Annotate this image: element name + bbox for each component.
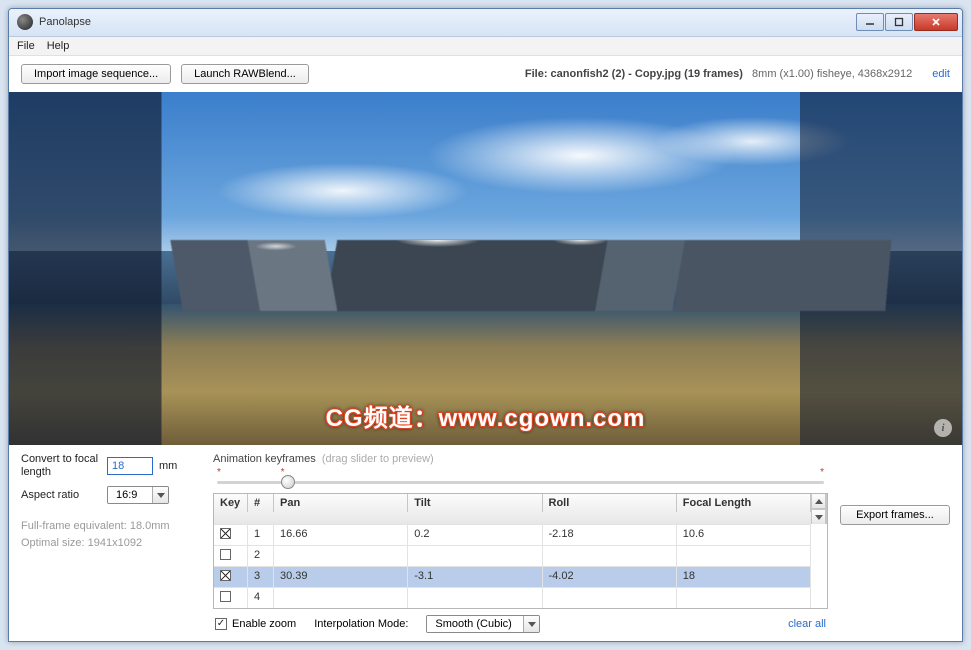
cell-roll[interactable]: -2.18 bbox=[543, 524, 677, 545]
table-row[interactable]: 2 bbox=[214, 545, 827, 566]
hint-ff-equiv: Full-frame equivalent: 18.0mm bbox=[21, 520, 170, 532]
scroll-up-button[interactable] bbox=[812, 494, 826, 509]
menu-file[interactable]: File bbox=[17, 40, 35, 52]
launch-rawblend-button[interactable]: Launch RAWBlend... bbox=[181, 64, 309, 84]
key-checkbox-icon bbox=[220, 528, 231, 539]
file-meta: 8mm (x1.00) fisheye, 4368x2912 bbox=[752, 68, 912, 80]
cell-num: 2 bbox=[248, 545, 274, 566]
close-button[interactable] bbox=[914, 13, 958, 31]
titlebar[interactable]: Panolapse bbox=[9, 9, 962, 37]
maximize-button[interactable] bbox=[885, 13, 913, 31]
cell-key[interactable] bbox=[214, 545, 248, 566]
bottom-panel: Convert to focal length mm Aspect ratio … bbox=[9, 445, 962, 641]
aspect-ratio-label: Aspect ratio bbox=[21, 489, 101, 502]
import-sequence-button[interactable]: Import image sequence... bbox=[21, 64, 171, 84]
cell-tilt[interactable] bbox=[408, 545, 542, 566]
export-frames-button[interactable]: Export frames... bbox=[840, 505, 950, 525]
chevron-down-icon bbox=[523, 616, 539, 632]
slider-thumb[interactable] bbox=[281, 475, 295, 489]
edit-link[interactable]: edit bbox=[932, 68, 950, 80]
app-logo-icon bbox=[17, 14, 33, 30]
table-row[interactable]: 330.39-3.1-4.0218 bbox=[214, 566, 827, 587]
interpolation-select[interactable]: Smooth (Cubic) bbox=[426, 615, 540, 633]
cell-fl[interactable]: 18 bbox=[677, 566, 811, 587]
cell-roll[interactable] bbox=[543, 545, 677, 566]
cell-tilt[interactable] bbox=[408, 587, 542, 608]
file-prefix: File: bbox=[525, 68, 551, 80]
enable-zoom-label: Enable zoom bbox=[232, 618, 296, 630]
key-checkbox-icon bbox=[220, 549, 231, 560]
cell-num: 4 bbox=[248, 587, 274, 608]
keyframe-marker: * bbox=[820, 467, 824, 478]
settings-hint: Full-frame equivalent: 18.0mm Optimal si… bbox=[21, 518, 201, 551]
export-pane: Export frames... bbox=[840, 453, 950, 633]
cell-fl[interactable] bbox=[677, 545, 811, 566]
cell-roll[interactable]: -4.02 bbox=[543, 566, 677, 587]
file-info: File: canonfish2 (2) - Copy.jpg (19 fram… bbox=[525, 68, 912, 80]
window-title: Panolapse bbox=[39, 16, 856, 28]
cell-fl[interactable] bbox=[677, 587, 811, 608]
minimize-button[interactable] bbox=[856, 13, 884, 31]
hint-optimal-size: Optimal size: 1941x1092 bbox=[21, 537, 142, 549]
cell-pan[interactable]: 30.39 bbox=[274, 566, 408, 587]
col-pan[interactable]: Pan bbox=[274, 494, 408, 512]
focal-length-unit: mm bbox=[159, 460, 177, 472]
keyframe-controls: Enable zoom Interpolation Mode: Smooth (… bbox=[213, 609, 828, 633]
slider-track-line bbox=[217, 481, 824, 484]
col-fl[interactable]: Focal Length bbox=[677, 494, 811, 512]
file-name: canonfish2 (2) - Copy.jpg (19 frames) bbox=[551, 68, 743, 80]
chevron-down-icon bbox=[152, 487, 168, 503]
cell-key[interactable] bbox=[214, 524, 248, 545]
preview-slider[interactable]: * * * bbox=[213, 467, 828, 493]
cell-fl[interactable]: 10.6 bbox=[677, 524, 811, 545]
enable-zoom-checkbox[interactable]: Enable zoom bbox=[215, 618, 296, 630]
keyframes-subtitle: (drag slider to preview) bbox=[322, 453, 434, 465]
aspect-ratio-select[interactable]: 16:9 bbox=[107, 486, 169, 504]
cell-pan[interactable] bbox=[274, 587, 408, 608]
checkbox-icon bbox=[215, 618, 227, 630]
keyframes-title: Animation keyframes bbox=[213, 453, 316, 465]
col-tilt[interactable]: Tilt bbox=[408, 494, 542, 512]
cell-pan[interactable] bbox=[274, 545, 408, 566]
convert-focal-label: Convert to focal length bbox=[21, 453, 101, 478]
watermark-text: CG频道：www.cgown.com bbox=[326, 398, 646, 433]
preview-viewport[interactable]: CG频道：www.cgown.com i bbox=[9, 92, 962, 445]
key-checkbox-icon bbox=[220, 570, 231, 581]
table-row[interactable]: 116.660.2-2.1810.6 bbox=[214, 524, 827, 545]
cell-pan[interactable]: 16.66 bbox=[274, 524, 408, 545]
cell-num: 3 bbox=[248, 566, 274, 587]
cell-roll[interactable] bbox=[543, 587, 677, 608]
interpolation-label: Interpolation Mode: bbox=[314, 618, 408, 630]
cell-tilt[interactable]: -3.1 bbox=[408, 566, 542, 587]
table-header-row: Key # Pan Tilt Roll Focal Length bbox=[214, 494, 827, 524]
keyframe-marker: * bbox=[217, 467, 221, 478]
scroll-down-button[interactable] bbox=[812, 509, 826, 524]
table-scrollbar[interactable] bbox=[811, 494, 827, 524]
cell-key[interactable] bbox=[214, 566, 248, 587]
table-row[interactable]: 4 bbox=[214, 587, 827, 608]
cell-key[interactable] bbox=[214, 587, 248, 608]
toolbar: Import image sequence... Launch RAWBlend… bbox=[9, 56, 962, 91]
settings-pane: Convert to focal length mm Aspect ratio … bbox=[21, 453, 201, 633]
interpolation-value: Smooth (Cubic) bbox=[427, 616, 523, 632]
aspect-ratio-value: 16:9 bbox=[108, 487, 152, 503]
info-icon[interactable]: i bbox=[934, 419, 952, 437]
app-window: Panolapse File Help Import image sequenc… bbox=[8, 8, 963, 642]
key-checkbox-icon bbox=[220, 591, 231, 602]
menubar: File Help bbox=[9, 37, 962, 57]
clear-all-link[interactable]: clear all bbox=[788, 618, 826, 630]
cell-tilt[interactable]: 0.2 bbox=[408, 524, 542, 545]
keyframes-table: Key # Pan Tilt Roll Focal Length 116.660… bbox=[213, 493, 828, 609]
col-num[interactable]: # bbox=[248, 494, 274, 512]
focal-length-input[interactable] bbox=[107, 457, 153, 475]
keyframes-header: Animation keyframes (drag slider to prev… bbox=[213, 453, 828, 465]
col-key[interactable]: Key bbox=[214, 494, 248, 512]
cell-num: 1 bbox=[248, 524, 274, 545]
menu-help[interactable]: Help bbox=[47, 40, 70, 52]
col-roll[interactable]: Roll bbox=[543, 494, 677, 512]
keyframes-pane: Animation keyframes (drag slider to prev… bbox=[213, 453, 828, 633]
